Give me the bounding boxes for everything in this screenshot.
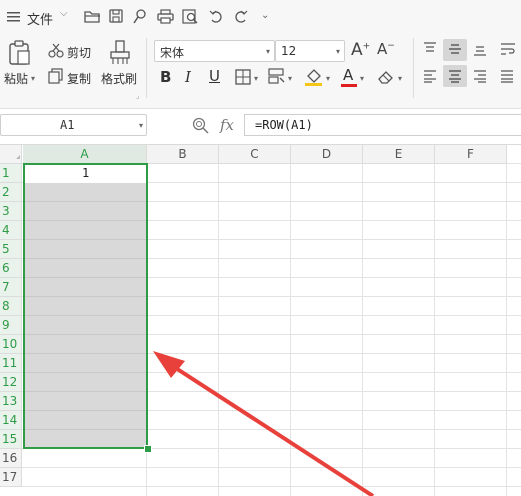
annotation-arrow xyxy=(153,351,375,496)
